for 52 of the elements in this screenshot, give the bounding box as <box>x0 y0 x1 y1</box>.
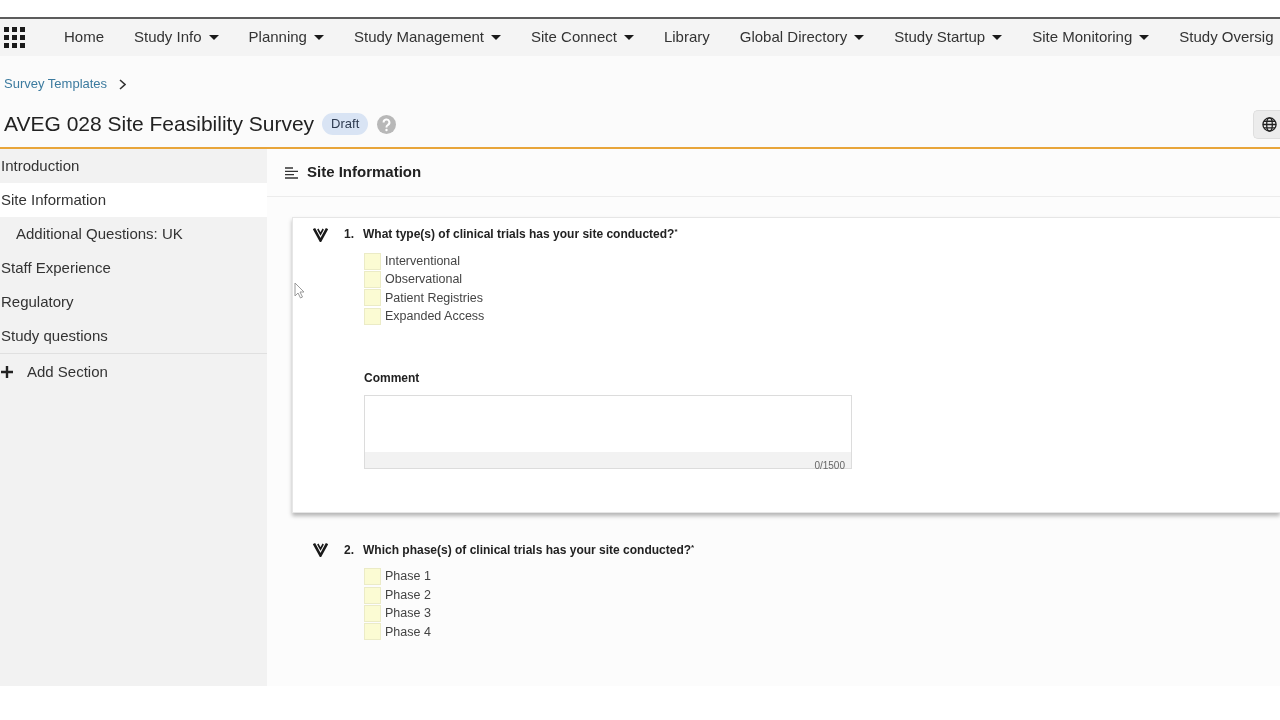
checkbox[interactable] <box>364 568 381 586</box>
nav-link[interactable]: Study Startup <box>879 19 1018 56</box>
checkbox[interactable] <box>364 586 381 604</box>
option-label: Phase 4 <box>385 623 431 641</box>
sidebar-item[interactable]: Regulatory <box>0 285 267 319</box>
text-lines-icon <box>285 166 298 179</box>
checkbox[interactable] <box>364 307 381 325</box>
question-text: Which phase(s) of clinical trials has your site conducted?$^{*}$ <box>363 541 695 559</box>
checkbox[interactable] <box>364 623 381 641</box>
help-icon[interactable] <box>377 114 397 134</box>
nav-link[interactable]: Site Monitoring <box>1017 19 1165 56</box>
option-label: Phase 2 <box>385 586 431 604</box>
option-label: Phase 3 <box>385 605 431 623</box>
nav-link[interactable]: Home <box>49 19 119 56</box>
app-grid-icon[interactable] <box>4 27 25 48</box>
chevron-down-icon[interactable] <box>313 542 328 558</box>
option-label: Interventional <box>385 252 461 270</box>
option-label: Phase 1 <box>385 568 431 586</box>
chevron-down-icon[interactable] <box>313 226 328 242</box>
nav-link[interactable]: Study Info <box>119 19 234 56</box>
question-number: 2. <box>344 541 355 559</box>
plus-icon <box>1 366 13 378</box>
globe-icon <box>1262 116 1277 132</box>
nav-link[interactable]: Study Oversig <box>1164 19 1280 56</box>
checkbox[interactable] <box>364 605 381 623</box>
sidebar-item[interactable]: Introduction <box>0 149 267 183</box>
sidebar-item[interactable]: Study questions <box>0 319 267 353</box>
nav-link[interactable]: Study Management <box>338 19 517 56</box>
character-counter: 0/1500 <box>814 459 845 471</box>
question-number: 1. <box>344 226 355 243</box>
status-badge: Draft <box>322 113 369 135</box>
language-button[interactable] <box>1253 109 1280 139</box>
sidebar-item[interactable]: Additional Questions: UK <box>0 217 267 251</box>
breadcrumb-link[interactable]: Survey Templates <box>4 75 108 93</box>
nav-link[interactable]: Site Connect <box>516 19 649 56</box>
sidebar-item[interactable]: Staff Experience <box>0 251 267 285</box>
nav-link[interactable]: Global Directory <box>724 19 880 56</box>
comment-field[interactable]: 0/1500 <box>364 394 852 469</box>
section-title: Site Information <box>307 162 422 183</box>
chevron-right-icon <box>119 78 127 90</box>
comment-label: Comment <box>364 369 420 386</box>
option-label: Patient Registries <box>385 289 483 307</box>
page-title: AVEG 028 Site Feasibility Survey <box>4 111 315 137</box>
option-label: Expanded Access <box>385 308 485 325</box>
nav-link[interactable]: Library <box>648 19 725 56</box>
checkbox[interactable] <box>364 252 381 270</box>
nav-link[interactable]: Planning <box>233 19 339 56</box>
checkbox[interactable] <box>364 289 381 307</box>
question-text: What type(s) of clinical trials has your site conducted?$^{*}$ <box>363 226 678 243</box>
sidebar-item[interactable]: Site Information <box>0 183 267 217</box>
option-label: Observational <box>385 271 463 289</box>
checkbox[interactable] <box>364 271 381 289</box>
